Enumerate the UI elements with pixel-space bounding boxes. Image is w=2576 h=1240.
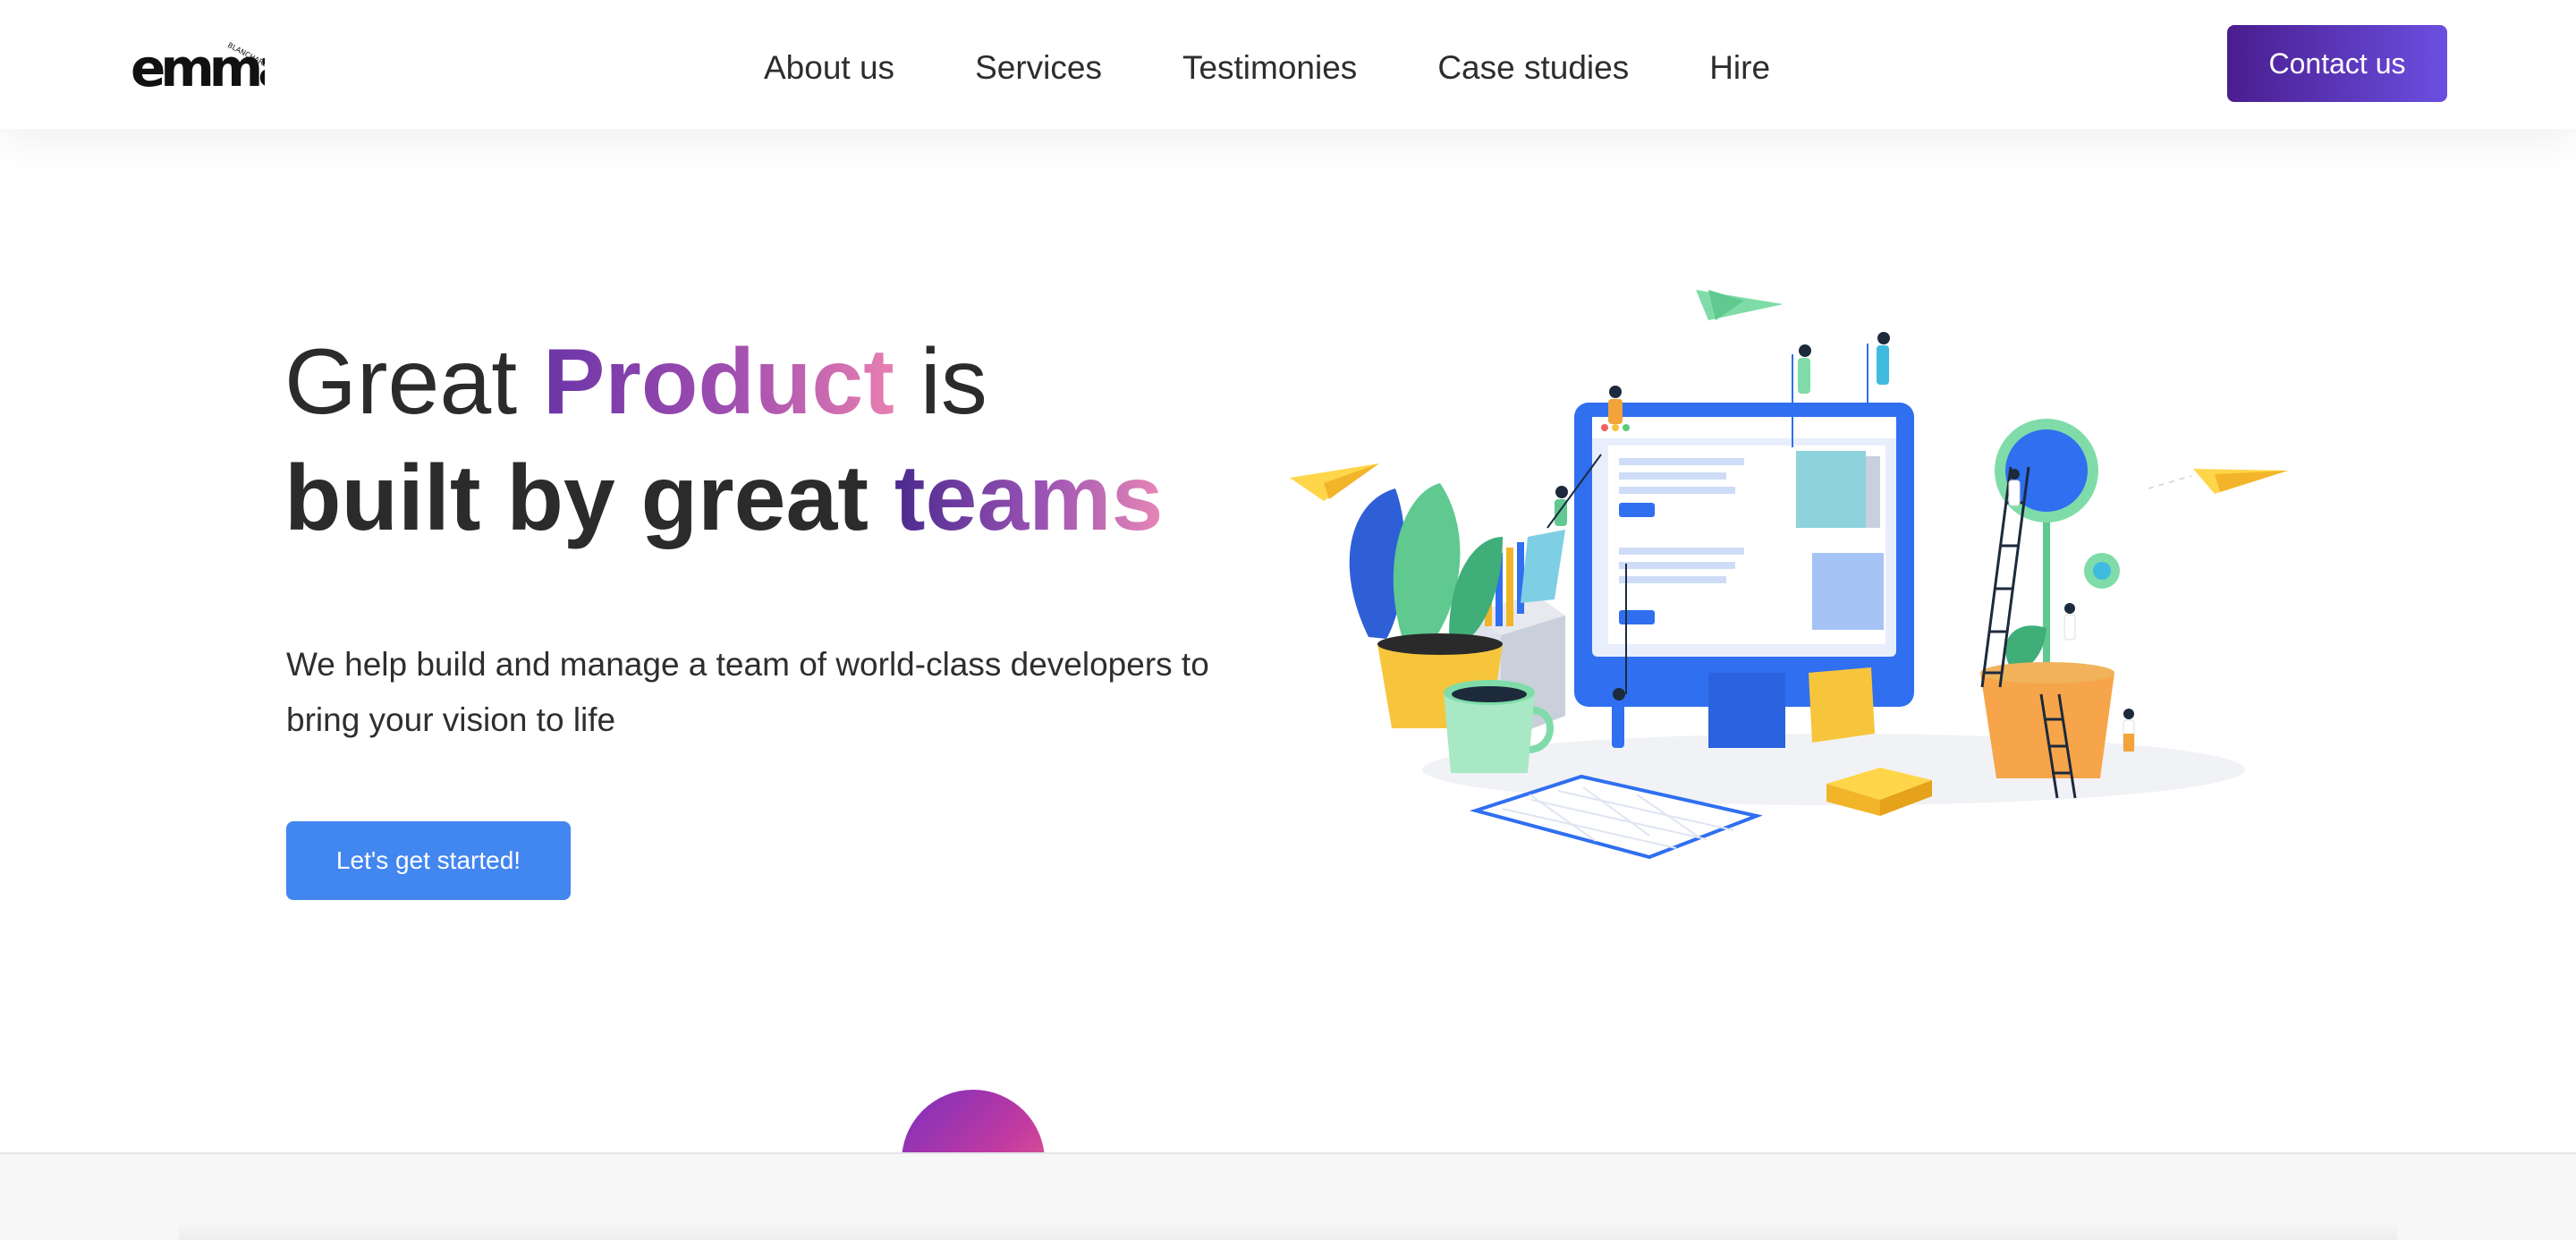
section-shadow xyxy=(179,1222,2397,1240)
main-nav: About us Services Testimonies Case studi… xyxy=(764,45,1770,91)
get-started-button[interactable]: Let's get started! xyxy=(286,821,571,900)
hero-description: We help build and manage a team of world… xyxy=(286,646,1209,738)
hero-title-highlight-product: Product xyxy=(543,330,894,434)
hero-title-line-2: built by great teams xyxy=(284,440,1163,556)
logo-icon[interactable]: emma BLANCHARD xyxy=(131,36,294,98)
hero-illustration xyxy=(1279,268,2299,877)
next-section-edge xyxy=(0,1152,2576,1240)
navbar: emma BLANCHARD About us Services Testimo… xyxy=(0,0,2576,129)
hero-title-highlight-teams: teams xyxy=(894,446,1164,550)
paper-plane-icon xyxy=(1696,290,1784,320)
hero-title-text: is xyxy=(894,330,987,434)
hero-title: Great Product is built by great teams xyxy=(284,324,1163,556)
nav-link-hire[interactable]: Hire xyxy=(1709,45,1770,91)
nav-link-services[interactable]: Services xyxy=(975,45,1102,91)
contact-us-button[interactable]: Contact us xyxy=(2227,25,2447,102)
nav-link-case-studies[interactable]: Case studies xyxy=(1437,45,1629,91)
nav-link-testimonies[interactable]: Testimonies xyxy=(1182,45,1357,91)
hero-title-line-1: Great Product is xyxy=(284,324,1163,440)
nav-link-about-us[interactable]: About us xyxy=(764,45,894,91)
hero-title-text: Great xyxy=(284,330,543,434)
paper-plane-icon xyxy=(2148,469,2288,494)
hero-title-text: built by great xyxy=(284,446,894,550)
plant-icon xyxy=(1980,419,2120,778)
logo-wordmark: emma xyxy=(131,38,265,91)
paper-plane-icon xyxy=(1290,463,1379,501)
